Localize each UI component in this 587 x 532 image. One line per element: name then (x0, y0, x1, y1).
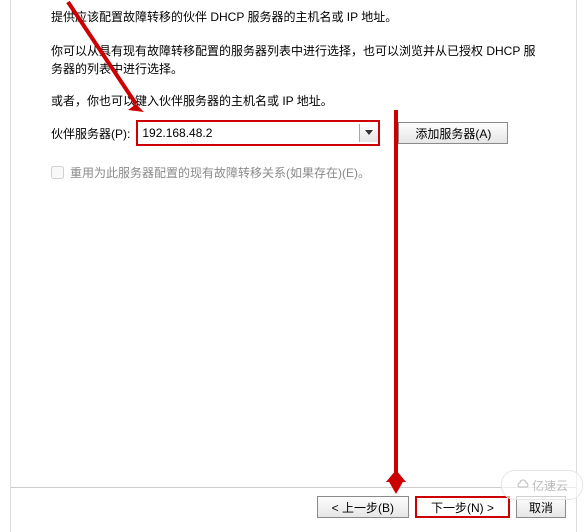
reuse-relationship-label: 重用为此服务器配置的现有故障转移关系(如果存在)(E)。 (70, 164, 370, 181)
reuse-relationship-row: 重用为此服务器配置的现有故障转移关系(如果存在)(E)。 (51, 164, 544, 181)
chevron-down-icon[interactable] (359, 124, 378, 142)
dialog-panel: 提供应该配置故障转移的伙伴 DHCP 服务器的主机名或 IP 地址。 你可以从具… (10, 0, 577, 532)
intro-text-1: 提供应该配置故障转移的伙伴 DHCP 服务器的主机名或 IP 地址。 (51, 8, 544, 26)
partner-server-combobox[interactable] (136, 120, 380, 146)
partner-server-row: 伙伴服务器(P): 添加服务器(A) (51, 120, 544, 146)
back-button[interactable]: < 上一步(B) (317, 496, 409, 518)
intro-text-3: 或者，你也可以键入伙伴服务器的主机名或 IP 地址。 (51, 92, 544, 110)
partner-server-label: 伙伴服务器(P): (51, 125, 130, 142)
reuse-relationship-checkbox (51, 166, 64, 179)
watermark-text: 亿速云 (532, 477, 568, 494)
next-button[interactable]: 下一步(N) > (415, 496, 510, 518)
wizard-button-bar: < 上一步(B) 下一步(N) > 取消 (11, 487, 576, 526)
add-server-button[interactable]: 添加服务器(A) (398, 122, 508, 144)
watermark: 亿速云 (501, 470, 583, 500)
window: 提供应该配置故障转移的伙伴 DHCP 服务器的主机名或 IP 地址。 你可以从具… (0, 0, 587, 532)
partner-server-input[interactable] (138, 124, 359, 142)
intro-text-2: 你可以从具有现有故障转移配置的服务器列表中进行选择，也可以浏览并从已授权 DHC… (51, 42, 544, 78)
